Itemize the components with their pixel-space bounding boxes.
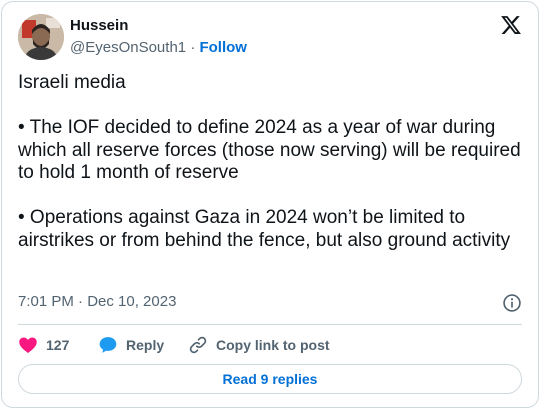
like-count: 127 xyxy=(46,337,70,353)
user-handle[interactable]: @EyesOnSouth1 xyxy=(70,39,186,56)
divider xyxy=(18,324,522,325)
speech-bubble-icon xyxy=(99,337,117,353)
reply-label: Reply xyxy=(126,337,165,353)
copy-link-button[interactable]: Copy link to post xyxy=(188,334,330,356)
info-icon[interactable] xyxy=(502,293,522,313)
tweet-line-2: • The IOF decided to define 2024 as a ye… xyxy=(18,117,521,183)
link-icon xyxy=(189,336,207,354)
tweet-text: Israeli media • The IOF decided to defin… xyxy=(18,72,523,252)
copy-link-label: Copy link to post xyxy=(216,337,330,353)
display-name[interactable]: Hussein xyxy=(70,17,247,35)
x-logo-icon[interactable] xyxy=(500,14,522,36)
tweet-card: Hussein @EyesOnSouth1 · Follow Israeli m… xyxy=(1,1,539,408)
like-button[interactable]: 127 xyxy=(18,334,69,356)
user-info: Hussein @EyesOnSouth1 · Follow xyxy=(70,17,247,58)
action-bar: 127 Reply Copy link to post xyxy=(18,334,522,356)
reply-button[interactable]: Reply xyxy=(98,334,164,356)
timestamp-link[interactable]: 7:01 PM · Dec 10, 2023 xyxy=(18,293,176,310)
handle-row: @EyesOnSouth1 · Follow xyxy=(70,38,247,58)
tweet-line-1: Israeli media xyxy=(18,72,126,93)
separator-dot: · xyxy=(190,39,196,56)
tweet-meta: 7:01 PM · Dec 10, 2023 xyxy=(18,293,522,313)
avatar-image xyxy=(18,14,64,60)
tweet-header: Hussein @EyesOnSouth1 · Follow xyxy=(18,14,522,60)
read-replies-label: Read 9 replies xyxy=(222,371,318,387)
tweet-line-3: • Operations against Gaza in 2024 won’t … xyxy=(18,207,511,251)
avatar[interactable] xyxy=(18,14,64,60)
heart-icon xyxy=(19,337,37,353)
read-replies-button[interactable]: Read 9 replies xyxy=(18,364,522,394)
follow-button[interactable]: Follow xyxy=(199,39,247,56)
